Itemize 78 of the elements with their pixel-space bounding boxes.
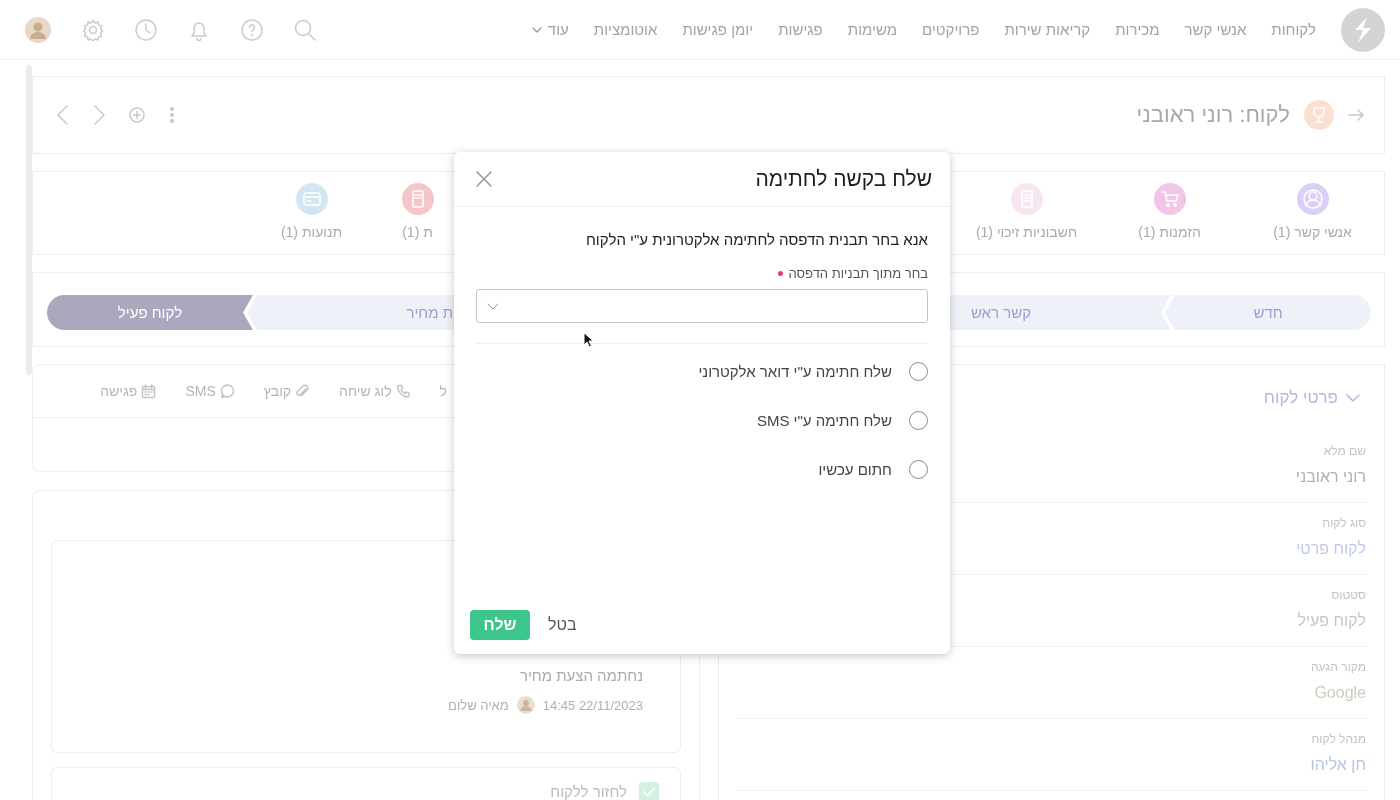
instruction-text: אנא בחר תבנית הדפסה לחתימה אלקטרונית ע"י הלקוח xyxy=(585,231,928,248)
task-checkbox[interactable] xyxy=(639,782,659,800)
chat-icon xyxy=(219,383,235,399)
back-arrow-icon[interactable] xyxy=(1348,109,1364,121)
radio-option[interactable]: שלח חתימה ע"י SMS xyxy=(756,411,928,430)
help-icon[interactable] xyxy=(241,18,263,41)
calendar-icon xyxy=(141,383,157,399)
add-circle-icon[interactable] xyxy=(129,107,145,123)
section-toggle[interactable]: פרטי לקוח xyxy=(1263,365,1360,431)
stat-label[interactable]: תנועות (1) xyxy=(280,224,343,240)
nav-link[interactable]: לקוחות xyxy=(1271,21,1316,38)
nav-link[interactable]: פגישות xyxy=(778,21,823,38)
entry-user: מאיה שלום xyxy=(448,697,509,713)
more-vertical-icon[interactable] xyxy=(169,106,175,124)
field-value: Google xyxy=(1314,684,1366,702)
option-label: שלח חתימה ע"י SMS xyxy=(756,412,892,429)
field-label: סטטוס xyxy=(1331,588,1366,602)
stat-label[interactable]: הזמנות (1) xyxy=(1138,224,1201,240)
send-button[interactable]: שלח xyxy=(470,610,530,640)
radio-option[interactable]: שלח חתימה ע"י דואר אלקטרוני xyxy=(698,362,928,381)
settings-icon[interactable] xyxy=(82,18,104,41)
field-value: רוני ראובני xyxy=(1295,468,1366,486)
field-value: לקוח פרטי xyxy=(1296,540,1366,558)
avatar-icon[interactable] xyxy=(25,16,51,43)
cursor-icon xyxy=(583,332,594,348)
nav-link[interactable]: אנשי קשר xyxy=(1184,21,1247,38)
card-icon[interactable] xyxy=(295,183,328,215)
radio-option[interactable]: חתום עכשיו xyxy=(818,460,928,479)
logo-icon[interactable] xyxy=(1341,7,1385,52)
check-icon xyxy=(643,787,655,797)
field-label: בחר מתוך תבניות הדפסה xyxy=(788,266,928,281)
task-label: לחזור ללקוח xyxy=(550,782,627,800)
activity-tab[interactable]: ל xyxy=(439,383,447,399)
stat-label[interactable]: אנשי קשר (1) xyxy=(1273,224,1352,240)
dialog-title: שלח בקשה לחתימה xyxy=(755,167,932,191)
entry-text: נחתמה הצעת מחיר xyxy=(518,667,643,684)
avatar-icon xyxy=(516,696,535,714)
pipeline-stage[interactable]: לקוח פעיל xyxy=(47,295,253,330)
nav-link[interactable]: קריאות שירות xyxy=(1004,21,1091,38)
more-menu[interactable]: עוד xyxy=(531,21,569,38)
record-title: לקוח: רוני ראובני xyxy=(1136,102,1290,128)
contact-icon[interactable] xyxy=(1296,183,1329,215)
field-label: סוג לקוח xyxy=(1322,516,1366,530)
stat-label[interactable]: חשבוניות זיכוי (1) xyxy=(975,224,1078,240)
document-icon[interactable] xyxy=(1010,183,1043,215)
field-value: לקוח פעיל xyxy=(1297,612,1366,630)
field-label: מנהל לקוח xyxy=(1311,732,1366,746)
cart-icon[interactable] xyxy=(1153,183,1186,215)
clock-icon[interactable] xyxy=(135,18,157,41)
trophy-icon xyxy=(1304,100,1334,130)
activity-tab[interactable]: קובץ xyxy=(263,383,311,399)
activity-tab[interactable]: SMS xyxy=(185,383,235,399)
nav-link[interactable]: משימות xyxy=(847,21,898,38)
chevron-left-icon[interactable] xyxy=(57,105,69,125)
nav-link[interactable]: מכירות xyxy=(1115,21,1160,38)
activity-tab[interactable]: פגישה xyxy=(100,383,157,399)
activity-tab[interactable]: לוג שיחה xyxy=(339,383,411,399)
close-icon[interactable] xyxy=(476,171,492,187)
nav-link[interactable]: פרויקטים xyxy=(922,21,980,38)
field-label: שם מלא xyxy=(1323,444,1366,458)
field-label: מקור הגעה xyxy=(1310,660,1366,674)
caret-icon xyxy=(487,302,499,310)
caret-icon xyxy=(531,26,542,33)
option-label: שלח חתימה ע"י דואר אלקטרוני xyxy=(698,363,892,380)
document-icon[interactable] xyxy=(401,183,434,215)
option-label: חתום עכשיו xyxy=(818,461,892,478)
entry-time: 22/11/2023 14:45 xyxy=(542,697,643,713)
nav-link[interactable]: יומן פגישות xyxy=(682,21,754,38)
nav-link[interactable]: אוטומציות xyxy=(593,21,658,38)
pipeline-stage[interactable]: חדש xyxy=(1165,295,1371,330)
field-value: חן אליהו xyxy=(1310,756,1366,774)
cancel-button[interactable]: בטל xyxy=(548,616,577,634)
chevron-right-icon[interactable] xyxy=(93,105,105,125)
paperclip-icon xyxy=(295,383,311,399)
search-icon[interactable] xyxy=(294,18,316,41)
phone-icon xyxy=(395,383,411,399)
stat-label[interactable]: ת (1) xyxy=(402,224,433,240)
template-select[interactable] xyxy=(476,289,928,323)
